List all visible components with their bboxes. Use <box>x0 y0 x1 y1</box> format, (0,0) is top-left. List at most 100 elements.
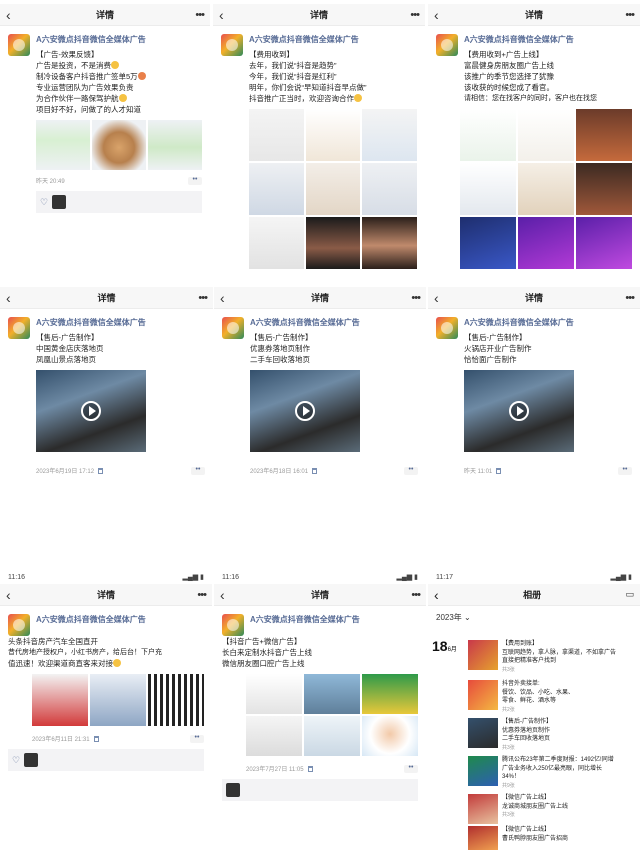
screenshot-image[interactable] <box>305 109 361 161</box>
delete-icon[interactable] <box>98 467 104 474</box>
more-icon[interactable]: ••• <box>406 292 421 304</box>
liker-avatar[interactable] <box>226 783 240 797</box>
more-icon[interactable]: ••• <box>406 589 421 601</box>
moment-post: A六安微点抖音微信全媒体广告 <box>214 606 426 636</box>
post-video[interactable] <box>250 370 360 452</box>
ad-banner-image[interactable] <box>518 217 574 269</box>
payment-screenshot-image[interactable] <box>460 109 516 161</box>
back-icon[interactable]: ‹ <box>6 8 20 22</box>
avatar[interactable] <box>436 317 458 339</box>
cat-image[interactable] <box>92 120 146 170</box>
ad-banner-image[interactable] <box>460 217 516 269</box>
back-icon[interactable]: ‹ <box>219 8 233 22</box>
chat-screenshot-image[interactable] <box>36 120 90 170</box>
author-name[interactable]: A六安微点抖音微信全媒体广告 <box>36 614 204 625</box>
play-icon[interactable] <box>295 401 315 421</box>
more-icon[interactable]: ••• <box>620 9 635 21</box>
more-icon[interactable]: ••• <box>405 9 420 21</box>
avatar[interactable] <box>222 317 244 339</box>
back-icon[interactable]: ‹ <box>434 291 448 305</box>
album-entry[interactable]: 抖音外卖接单: 餐饮、饮品、小吃、水果、 零食、鲜花、酒水等 共2张 <box>468 680 634 713</box>
avatar[interactable] <box>221 34 243 56</box>
back-icon[interactable]: ‹ <box>220 588 234 602</box>
album-entry[interactable]: 【售后-广告制作】 优惠券落地页制作 二手车回收落地页 共3张 <box>468 718 634 751</box>
gym-image[interactable] <box>576 163 632 215</box>
real-estate-image[interactable] <box>32 674 88 726</box>
author-name[interactable]: A六安微点抖音微信全媒体广告 <box>250 614 418 625</box>
comment-menu-button[interactable]: •• <box>190 734 204 743</box>
message-icon[interactable]: ▭ <box>625 589 634 600</box>
delete-icon[interactable] <box>307 765 313 772</box>
author-name[interactable]: A六安微点抖音微信全媒体广告 <box>250 317 418 328</box>
delete-icon[interactable] <box>93 735 99 742</box>
avatar[interactable] <box>8 34 30 56</box>
back-icon[interactable]: ‹ <box>434 587 439 603</box>
album-entry[interactable]: 【费用到账】 互联网趋势，拿人脉，拿渠道，不如拿广告 直接把精准客户找到 共3张 <box>468 640 634 673</box>
portrait-ad-image[interactable] <box>305 217 361 269</box>
smile-emoji-icon <box>118 94 127 102</box>
car-wash-image[interactable] <box>304 674 360 714</box>
more-icon[interactable]: ••• <box>193 292 208 304</box>
comment-menu-button[interactable]: •• <box>618 466 632 475</box>
signal-icon: ▂▄▆ ▮ <box>610 574 632 581</box>
screenshot-image[interactable] <box>246 716 302 756</box>
screenshot-image[interactable] <box>249 217 304 269</box>
more-icon[interactable]: ••• <box>192 589 207 601</box>
avatar[interactable] <box>222 614 244 636</box>
screenshot-image[interactable] <box>249 163 304 215</box>
avatar[interactable] <box>436 34 458 56</box>
author-name[interactable]: A六安微点抖音微信全媒体广告 <box>249 34 417 45</box>
album-entry[interactable]: 腾讯公布23年第二季度财报：1492亿!同增 广告业务收入250亿最亮眼，同比增… <box>468 756 634 789</box>
chat-screenshot-image[interactable] <box>148 120 202 170</box>
author-name[interactable]: A六安微点抖音微信全媒体广告 <box>36 317 205 328</box>
liker-avatar[interactable] <box>24 753 39 767</box>
ad-banner-image[interactable] <box>576 217 632 269</box>
post-video[interactable] <box>464 370 574 452</box>
real-estate-image[interactable] <box>90 674 146 726</box>
post-line: 广告是投资，不是消费 <box>36 60 202 71</box>
ad-banner-image[interactable] <box>362 674 418 714</box>
liker-avatar[interactable] <box>52 195 67 209</box>
gym-image[interactable] <box>576 109 632 161</box>
delete-icon[interactable] <box>312 467 318 474</box>
screenshot-image[interactable] <box>304 716 360 756</box>
comment-menu-button[interactable]: •• <box>191 466 205 475</box>
back-icon[interactable]: ‹ <box>434 8 448 22</box>
screenshot-image[interactable] <box>246 674 302 714</box>
qr-code-image[interactable] <box>148 674 204 726</box>
post-line: 中国黄金店庆落地页 <box>36 344 104 353</box>
smile-emoji-icon <box>354 94 362 102</box>
screenshot-image[interactable] <box>305 163 361 215</box>
portrait-ad-image[interactable] <box>362 217 417 269</box>
author-name[interactable]: A六安微点抖音微信全媒体广告 <box>36 34 202 45</box>
screenshot-image[interactable] <box>362 163 417 215</box>
post-images <box>246 674 418 756</box>
play-icon[interactable] <box>509 401 529 421</box>
more-icon[interactable]: ••• <box>190 9 205 21</box>
likes-bar: ♡ <box>8 749 204 771</box>
year-selector[interactable]: 2023年 ⌄ <box>428 606 640 625</box>
comment-menu-button[interactable]: •• <box>404 466 418 475</box>
payment-screenshot-image[interactable] <box>518 109 574 161</box>
screenshot-image[interactable] <box>249 109 304 161</box>
screenshot-image[interactable] <box>518 163 574 215</box>
more-icon[interactable]: ••• <box>620 292 635 304</box>
delete-icon[interactable] <box>496 467 502 474</box>
comment-menu-button[interactable]: •• <box>188 176 202 185</box>
post-line: 长白来定制水抖音广告上线 <box>222 648 312 657</box>
album-entry[interactable]: 【微信广告上线】 曹氏鸭脖朋友圈广告招商 <box>468 826 634 850</box>
screenshot-image[interactable] <box>460 163 516 215</box>
dental-ad-image[interactable] <box>362 716 418 756</box>
back-icon[interactable]: ‹ <box>220 291 234 305</box>
author-name[interactable]: A六安微点抖音微信全媒体广告 <box>464 34 632 45</box>
comment-menu-button[interactable]: •• <box>404 764 418 773</box>
back-icon[interactable]: ‹ <box>6 588 20 602</box>
play-icon[interactable] <box>81 401 101 421</box>
post-video[interactable] <box>36 370 146 452</box>
avatar[interactable] <box>8 614 30 636</box>
screenshot-image[interactable] <box>362 109 417 161</box>
avatar[interactable] <box>8 317 30 339</box>
author-name[interactable]: A六安微点抖音微信全媒体广告 <box>464 317 632 328</box>
album-entry[interactable]: 【微信广告上线】 龙诚商城朋友圈广告上线 共3张 <box>468 794 634 824</box>
back-icon[interactable]: ‹ <box>6 291 20 305</box>
